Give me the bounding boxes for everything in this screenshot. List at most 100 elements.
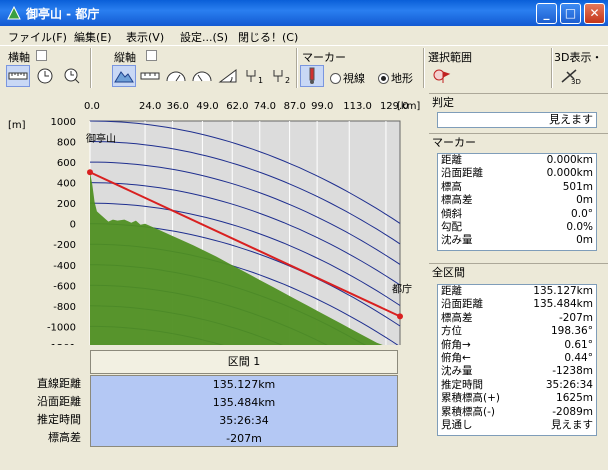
clock-zoom-icon[interactable] (60, 65, 84, 87)
menu-close[interactable]: 閉じる！(C) (238, 29, 298, 45)
total-row-label: 俯角← (441, 351, 471, 364)
marker-label: マーカー (302, 51, 346, 64)
total-row: 俯角← 0.44° (438, 352, 596, 365)
y-unit-label: [m] (8, 120, 26, 131)
toolbar: 横軸 縦軸 1 2 マーカー 視線 地形 選択範囲 3D表示・ 3D (0, 45, 608, 91)
y-tick-label: -400 (53, 261, 76, 272)
x-tick-label: 36.0 (167, 101, 189, 112)
start-marker (87, 169, 93, 176)
total-row: 推定時間 35:26:34 (438, 379, 596, 392)
total-row-value: 35:26:34 (545, 378, 593, 391)
total-row: 俯角→ 0.61° (438, 339, 596, 352)
plug1-icon[interactable]: 1 (243, 65, 267, 87)
radio-indicator (330, 72, 341, 84)
total-row-label: 推定時間 (441, 378, 483, 391)
marker-row-value: 0m (576, 234, 593, 247)
x-tick-label: 113.0 (343, 101, 372, 112)
view3d-label: 3D表示・ (554, 51, 603, 64)
total-row: 累積標高(+) 1625m (438, 392, 596, 405)
gauge2-icon[interactable] (190, 65, 214, 87)
total-row-value: 0.44° (564, 351, 593, 364)
y-tick-label: 200 (57, 199, 76, 210)
marker-icon[interactable] (300, 65, 324, 87)
toolbar-separator (90, 48, 92, 88)
minimize-button[interactable]: _ (536, 3, 557, 24)
sec-value-surface: 135.484km (212, 396, 276, 409)
marker-row: 勾配 0.0% (438, 221, 596, 234)
radio-indicator (378, 72, 389, 84)
tatejiku-label: 縦軸 (114, 51, 136, 64)
sec-value-straight: 135.127km (212, 378, 276, 391)
marker-row-label: 勾配 (441, 220, 462, 233)
ruler-v-icon[interactable] (138, 65, 162, 87)
app-icon (7, 5, 21, 20)
y-tick-label: -1201 (47, 343, 76, 345)
gauge-icon[interactable] (164, 65, 188, 87)
marker-row-label: 標高差 (441, 194, 473, 207)
marker-row: 標高 501m (438, 181, 596, 194)
total-row: 距離 135.127km (438, 285, 596, 298)
y-tick-label: -200 (53, 240, 76, 251)
section-header[interactable]: 区間 1 (90, 350, 398, 374)
marker-row: 距離 0.000km (438, 154, 596, 167)
marker-table: 距離 0.000km 沿面距離 0.000km 標高 501m 標高差 0m 傾斜 0.0° 勾配 0… (437, 153, 597, 251)
ruler-icon[interactable] (6, 65, 30, 87)
x-tick-label: 87.0 (284, 101, 306, 112)
menu-view[interactable]: 表示(V) (126, 29, 164, 45)
marker-row: 沿面距離 0.000km (438, 167, 596, 180)
profile-chart-svg: 0.0 24.0 36.0 49.0 62.0 74.0 87.0 99.0 113.0 129.… (8, 101, 420, 345)
total-row: 方位 198.36° (438, 325, 596, 338)
radio-line-of-sight[interactable]: 視線 (330, 70, 365, 86)
judge-heading: 判定 (429, 93, 608, 111)
plane-3d-icon[interactable]: 3D (558, 65, 582, 87)
plug2-icon[interactable]: 2 (270, 65, 294, 87)
total-row-value: 135.127km (533, 285, 593, 297)
total-table: 距離 135.127km 沿面距離 135.484km 標高差 -207m 方位 198.36… (437, 284, 597, 436)
marker-row-label: 沿面距離 (441, 167, 483, 180)
total-row: 標高差 -207m (438, 312, 596, 325)
marker-row: 傾斜 0.0° (438, 208, 596, 221)
profile-chart[interactable]: 0.0 24.0 36.0 49.0 62.0 74.0 87.0 99.0 113.0 129.… (2, 93, 427, 345)
total-row-label: 標高差 (441, 311, 473, 324)
yokojiku-toggle[interactable] (36, 50, 47, 61)
total-row-value: 0.61° (564, 338, 593, 351)
clock-icon[interactable] (33, 65, 57, 87)
menu-settings[interactable]: 設定...(S) (180, 29, 228, 45)
marker-row-label: 傾斜 (441, 207, 462, 220)
mountain-icon[interactable] (112, 65, 136, 87)
marker-row: 標高差 0m (438, 194, 596, 207)
end-marker (397, 313, 403, 320)
end-location-label: 都庁 (392, 282, 412, 295)
svg-text:3D: 3D (571, 78, 581, 85)
y-tick-label: 800 (57, 138, 76, 149)
tatejiku-toggle[interactable] (146, 50, 157, 61)
menu-file[interactable]: ファイル(F) (8, 29, 67, 45)
marker-row-label: 標高 (441, 180, 462, 193)
start-location-label: 御亭山 (86, 132, 116, 145)
sec-label-time: 推定時間 (37, 413, 81, 426)
marker-row: 沈み量 0m (438, 234, 596, 247)
y-tick-label: 0 (70, 220, 76, 231)
marker-heading: マーカー (429, 133, 608, 151)
marker-row-value: 0.0° (571, 207, 593, 220)
yokojiku-label: 横軸 (8, 51, 30, 64)
menu-bar: ファイル(F) 編集(E) 表示(V) 設定...(S) 閉じる！(C) (0, 26, 608, 45)
svg-text:2: 2 (285, 76, 290, 85)
x-unit-label: [km] (397, 101, 420, 112)
x-axis-ticks: 0.0 24.0 36.0 49.0 62.0 74.0 87.0 99.0 113.0 129.… (84, 101, 409, 112)
maximize-button[interactable]: □ (560, 3, 581, 24)
marker-row-label: 沈み量 (441, 234, 473, 247)
total-row: 沈み量 -1238m (438, 365, 596, 378)
close-button[interactable]: ✕ (584, 3, 605, 24)
total-heading: 全区間 (429, 263, 608, 281)
total-row-label: 累積標高(+) (441, 392, 500, 405)
radio-terrain[interactable]: 地形 (378, 70, 413, 86)
sec-value-time: 35:26:34 (219, 414, 269, 427)
menu-edit[interactable]: 編集(E) (74, 29, 112, 45)
angle-icon[interactable] (216, 65, 240, 87)
toolbar-separator (551, 48, 553, 88)
flag-pin-icon[interactable] (430, 65, 454, 87)
sec-value-elev-diff: -207m (226, 432, 262, 445)
section-labels: 直線距離 沿面距離 推定時間 標高差 (0, 375, 85, 447)
total-row-label: 見通し (441, 418, 473, 431)
